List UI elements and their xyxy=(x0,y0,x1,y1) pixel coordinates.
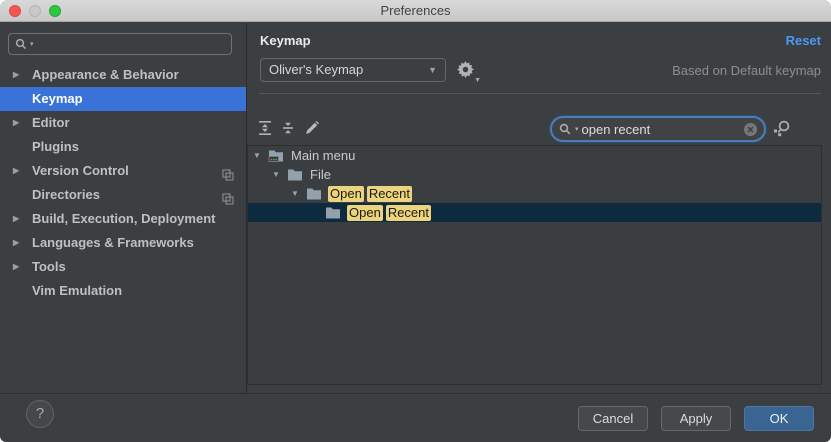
sidebar-item-label: Directories xyxy=(32,187,100,202)
sidebar-item-label: Editor xyxy=(32,115,70,130)
sidebar-item-plugins[interactable]: Plugins xyxy=(0,135,246,159)
tree-row-open-recent-selected[interactable]: OpenRecent xyxy=(248,203,821,222)
window-title: Preferences xyxy=(0,3,831,18)
search-options-caret-icon[interactable]: ▾ xyxy=(575,125,579,133)
collapse-arrow-icon[interactable]: ▼ xyxy=(253,146,261,165)
expand-all-icon xyxy=(257,120,273,136)
find-by-shortcut-icon xyxy=(772,120,791,137)
search-match: Open xyxy=(347,205,383,221)
collapse-arrow-icon[interactable]: ▼ xyxy=(291,184,299,203)
tree-row-label: OpenRecent xyxy=(328,184,415,203)
collapse-all-button[interactable] xyxy=(280,120,298,138)
header-separator xyxy=(259,93,821,94)
clear-search-icon[interactable] xyxy=(743,122,758,137)
search-match: Recent xyxy=(386,205,431,221)
sidebar-item-label: Plugins xyxy=(32,139,79,154)
settings-sidebar: ▾ ▶ Appearance & Behavior Keymap ▶ Edito… xyxy=(0,23,247,393)
settings-search-input[interactable]: ▾ xyxy=(8,33,232,55)
sidebar-item-label: Keymap xyxy=(32,91,83,106)
expand-arrow-icon[interactable]: ▶ xyxy=(13,111,19,135)
sidebar-item-appearance-behavior[interactable]: ▶ Appearance & Behavior xyxy=(0,63,246,87)
sidebar-item-vim-emulation[interactable]: Vim Emulation xyxy=(0,279,246,303)
search-value: open recent xyxy=(582,122,740,137)
chevron-down-icon: ▼ xyxy=(428,59,437,81)
ok-button[interactable]: OK xyxy=(744,406,814,431)
tree-row-main-menu[interactable]: ▼ Main menu xyxy=(248,146,821,165)
folder-icon xyxy=(325,205,341,225)
sidebar-item-version-control[interactable]: ▶ Version Control xyxy=(0,159,246,183)
tree-row-label: Main menu xyxy=(291,146,355,165)
edit-shortcut-button[interactable] xyxy=(304,120,322,138)
apply-button[interactable]: Apply xyxy=(661,406,731,431)
page-title: Keymap xyxy=(260,33,311,48)
expand-arrow-icon[interactable]: ▶ xyxy=(13,207,19,231)
collapse-arrow-icon[interactable]: ▼ xyxy=(272,165,280,184)
keymap-search-input[interactable]: ▾ open recent xyxy=(550,116,766,142)
sidebar-item-directories[interactable]: Directories xyxy=(0,183,246,207)
sidebar-item-keymap[interactable]: Keymap xyxy=(0,87,246,111)
sidebar-item-label: Tools xyxy=(32,259,66,274)
reset-link[interactable]: Reset xyxy=(786,33,821,48)
keymap-select-value: Oliver's Keymap xyxy=(269,62,363,77)
chevron-down-icon: ▼ xyxy=(474,77,481,84)
expand-all-button[interactable] xyxy=(257,120,275,138)
expand-arrow-icon[interactable]: ▶ xyxy=(13,255,19,279)
tree-row-open-recent[interactable]: ▼ OpenRecent xyxy=(248,184,821,203)
tree-row-label: File xyxy=(310,165,331,184)
search-icon xyxy=(15,38,28,51)
expand-arrow-icon[interactable]: ▶ xyxy=(13,63,19,87)
collapse-all-icon xyxy=(280,120,296,136)
sidebar-item-languages-frameworks[interactable]: ▶ Languages & Frameworks xyxy=(0,231,246,255)
sidebar-item-editor[interactable]: ▶ Editor xyxy=(0,111,246,135)
cancel-button[interactable]: Cancel xyxy=(578,406,648,431)
sidebar-item-build-execution-deployment[interactable]: ▶ Build, Execution, Deployment xyxy=(0,207,246,231)
expand-arrow-icon[interactable]: ▶ xyxy=(13,159,19,183)
find-by-shortcut-button[interactable] xyxy=(772,120,791,140)
search-match: Open xyxy=(328,186,364,202)
settings-category-list: ▶ Appearance & Behavior Keymap ▶ Editor … xyxy=(0,63,246,303)
sidebar-item-tools[interactable]: ▶ Tools xyxy=(0,255,246,279)
pencil-icon xyxy=(304,120,320,136)
search-icon xyxy=(559,123,572,136)
help-button[interactable]: ? xyxy=(26,400,54,428)
search-match: Recent xyxy=(367,186,412,202)
sidebar-item-label: Languages & Frameworks xyxy=(32,235,194,250)
sidebar-item-label: Vim Emulation xyxy=(32,283,122,298)
sidebar-item-label: Version Control xyxy=(32,163,129,178)
keymap-select[interactable]: Oliver's Keymap ▼ xyxy=(260,58,446,82)
based-on-label: Based on Default keymap xyxy=(672,63,821,78)
sidebar-item-label: Appearance & Behavior xyxy=(32,67,179,82)
titlebar: Preferences xyxy=(0,0,831,22)
gear-icon xyxy=(457,61,474,78)
preferences-window: Preferences ▾ ▶ Appearance & Behavior Ke… xyxy=(0,0,831,442)
search-options-caret-icon[interactable]: ▾ xyxy=(30,40,34,48)
tree-row-file[interactable]: ▼ File xyxy=(248,165,821,184)
sidebar-item-label: Build, Execution, Deployment xyxy=(32,211,215,226)
keymap-options-button[interactable]: ▼ xyxy=(457,61,479,81)
expand-arrow-icon[interactable]: ▶ xyxy=(13,231,19,255)
footer-separator xyxy=(0,393,831,394)
tree-row-label: OpenRecent xyxy=(347,203,434,222)
keymap-actions-tree: ▼ Main menu ▼ File ▼ xyxy=(247,145,822,385)
question-mark-icon: ? xyxy=(36,405,44,422)
